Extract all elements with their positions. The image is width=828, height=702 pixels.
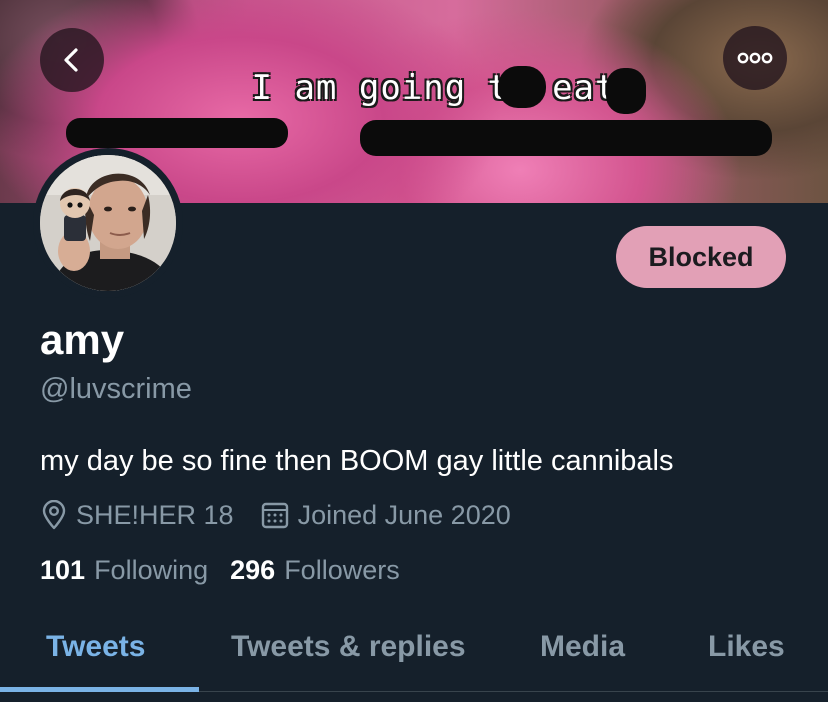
following-label: Following [94, 555, 209, 585]
tab-tweets-and-replies[interactable]: Tweets & replies [231, 630, 466, 664]
redaction-scribble [606, 68, 646, 114]
profile-tabs: Tweets Tweets & replies Media Likes [0, 610, 828, 692]
profile-bio: my day be so fine then BOOM gay little c… [40, 445, 674, 477]
follow-counts: 101 Following 296 Followers [40, 555, 400, 586]
following-link[interactable]: 101 Following [40, 555, 208, 586]
tab-media[interactable]: Media [540, 630, 625, 664]
followers-count: 296 [230, 555, 276, 585]
location-text: SHE!HER 18 [76, 499, 234, 530]
back-button[interactable] [40, 28, 104, 92]
more-horizontal-icon [737, 52, 773, 64]
chevron-left-icon [64, 48, 78, 72]
more-options-button[interactable] [723, 26, 787, 90]
display-name: amy [40, 316, 125, 363]
banner-caption-line-1: I am going to eat [251, 68, 617, 108]
tab-likes[interactable]: Likes [708, 630, 785, 664]
following-count: 101 [40, 555, 86, 585]
profile-meta: SHE!HER 18 Joined June 2020 [40, 496, 511, 534]
location-item: SHE!HER 18 [40, 500, 234, 531]
redaction-scribble [360, 120, 772, 156]
avatar-image [40, 155, 176, 291]
redaction-scribble [498, 66, 546, 108]
redaction-scribble [66, 118, 288, 148]
location-pin-icon [42, 500, 66, 530]
avatar[interactable] [33, 148, 183, 298]
blocked-button[interactable]: Blocked [616, 226, 786, 288]
tab-tweets[interactable]: Tweets [46, 630, 145, 664]
followers-link[interactable]: 296 Followers [230, 555, 400, 586]
user-handle: @luvscrime [40, 373, 192, 405]
active-tab-indicator [0, 687, 199, 692]
profile-screen: I am going to eat men [0, 0, 828, 702]
calendar-icon [261, 502, 288, 529]
followers-label: Followers [284, 555, 400, 585]
joined-text: Joined June 2020 [297, 499, 511, 530]
joined-item: Joined June 2020 [260, 500, 511, 531]
